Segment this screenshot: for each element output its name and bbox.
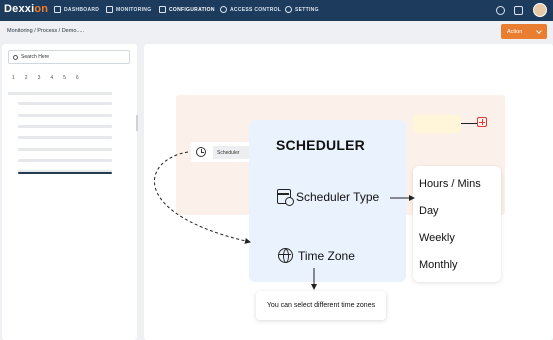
time-zone-label: Time Zone (298, 248, 355, 263)
hub-icon[interactable] (514, 6, 523, 15)
nav-dashboard[interactable]: DASHBOARD (54, 6, 99, 13)
avatar[interactable] (533, 3, 547, 17)
scheduler-type-label: Scheduler Type (296, 189, 380, 204)
calendar-clock-icon (277, 189, 294, 206)
page-2[interactable]: 2 (25, 75, 28, 81)
option-weekly[interactable]: Weekly (419, 232, 455, 244)
flow-node[interactable] (413, 115, 461, 133)
search-input[interactable]: Search Here (8, 50, 130, 64)
clock-icon (220, 6, 227, 13)
time-zone-hint: You can select different time zones (256, 291, 386, 320)
flow-connector (461, 123, 477, 124)
nav-configuration[interactable]: CONFIGURATION (159, 6, 215, 13)
chevron-down-icon (536, 28, 542, 34)
scheduler-type-field[interactable]: Scheduler Type (277, 189, 380, 206)
nav-setting[interactable]: SETTING (285, 6, 319, 13)
list-item[interactable] (18, 159, 112, 162)
time-zone-field[interactable]: Time Zone (278, 248, 355, 263)
option-monthly[interactable]: Monthly (419, 259, 458, 271)
time-zone-hint-text: You can select different time zones (266, 302, 376, 309)
nav-access-control-label: ACCESS CONTROL (230, 6, 282, 13)
page-5[interactable]: 5 (63, 75, 66, 81)
list-item[interactable] (18, 148, 112, 151)
left-panel: Search Here 1 2 3 4 5 6 (2, 44, 137, 340)
plus-circle-icon[interactable] (496, 6, 505, 15)
scheduler-title: SCHEDULER (276, 137, 365, 153)
app-logo[interactable]: Dexxion (4, 3, 48, 15)
nav-configuration-label: CONFIGURATION (169, 6, 215, 13)
list-item[interactable] (18, 125, 112, 128)
search-icon (13, 54, 18, 60)
page-1[interactable]: 1 (12, 75, 15, 81)
scheduler-node[interactable]: Scheduler (191, 142, 250, 162)
action-button-label: Action (507, 28, 523, 35)
add-node-icon[interactable] (477, 117, 487, 127)
monitor-icon (106, 6, 113, 13)
pagination: 1 2 3 4 5 6 (12, 75, 79, 81)
clock-icon (196, 147, 206, 157)
scheduler-node-label: Scheduler (213, 146, 249, 159)
list-item-selected[interactable] (18, 172, 112, 174)
page-4[interactable]: 4 (50, 75, 53, 81)
option-day[interactable]: Day (419, 205, 439, 217)
left-scrollbar[interactable] (136, 115, 138, 131)
option-hours-mins[interactable]: Hours / Mins (419, 178, 481, 190)
page-6[interactable]: 6 (76, 75, 79, 81)
nav-access-control[interactable]: ACCESS CONTROL (220, 6, 281, 13)
top-nav-bar: Dexxion DASHBOARD MONITORING CONFIGURATI… (0, 0, 553, 21)
dashboard-icon (54, 6, 61, 13)
globe-icon (278, 248, 293, 263)
list-item[interactable] (8, 92, 112, 95)
search-placeholder: Search Here (21, 54, 50, 60)
gear-icon (285, 6, 292, 13)
list-item[interactable] (18, 114, 112, 117)
page-3[interactable]: 3 (38, 75, 41, 81)
nav-monitoring[interactable]: MONITORING (106, 6, 151, 13)
list-icon (159, 6, 166, 13)
list-item[interactable] (18, 136, 112, 139)
logo-text-accent: on (34, 3, 49, 15)
breadcrumb: Monitoring / Process / Demo..... (7, 28, 85, 34)
action-button[interactable]: Action (501, 24, 547, 39)
list-item[interactable] (18, 102, 112, 105)
nav-setting-label: SETTING (295, 6, 319, 13)
logo-text-main: Dexxi (4, 3, 35, 15)
nav-monitoring-label: MONITORING (116, 6, 152, 13)
nav-dashboard-label: DASHBOARD (64, 6, 100, 13)
